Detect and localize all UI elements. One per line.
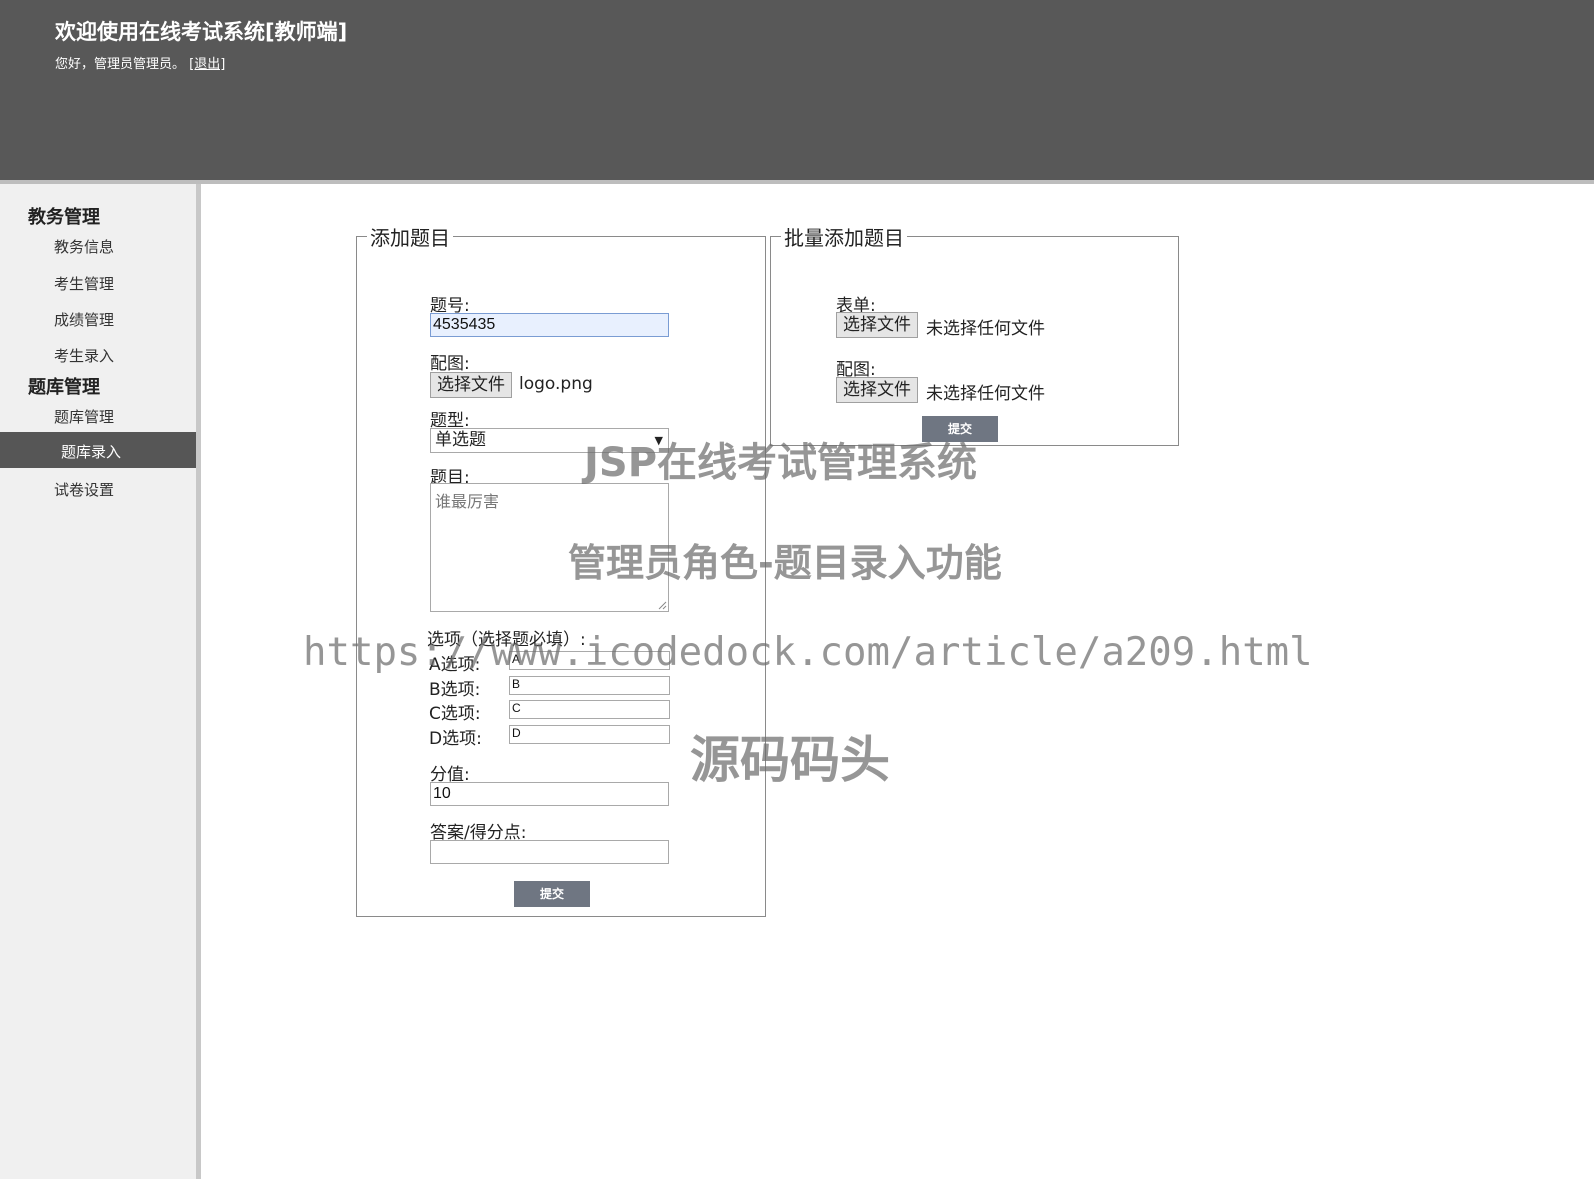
batch-image-file-button[interactable]: 选择文件 [836, 377, 918, 403]
image-file-name: logo.png [519, 374, 593, 394]
chevron-down-icon: ▼ [654, 434, 663, 447]
sheet-file-button[interactable]: 选择文件 [836, 312, 918, 338]
sidebar-item-score-management[interactable]: 成绩管理 [54, 309, 114, 330]
question-type-select[interactable]: 单选题 ▼ [430, 428, 669, 453]
batch-add-legend: 批量添加题目 [784, 226, 904, 250]
batch-image-file-name: 未选择任何文件 [926, 384, 1045, 404]
option-b-label: B选项: [429, 680, 481, 700]
add-question-legend: 添加题目 [370, 226, 450, 250]
question-id-input[interactable]: 4535435 [430, 313, 669, 337]
option-c-input[interactable]: C [509, 700, 670, 719]
add-question-panel: 添加题目 题号: 4535435 配图: 选择文件 logo.png 题型: 单… [356, 222, 766, 917]
options-label: 选项（选择题必填）: [427, 630, 586, 650]
top-header: 欢迎使用在线考试系统[教师端] 您好，管理员管理员。 [退出] [0, 0, 1594, 180]
sidebar-group-academic[interactable]: 教务管理 [28, 203, 100, 229]
header-divider [0, 180, 1594, 184]
greeting-text: 您好，管理员管理员。 [55, 57, 186, 72]
option-a-input[interactable]: A [509, 651, 670, 670]
batch-add-panel: 批量添加题目 表单: 选择文件 未选择任何文件 配图: 选择文件 未选择任何文件… [770, 222, 1179, 446]
question-type-value: 单选题 [435, 430, 486, 450]
sidebar-item-academic-info[interactable]: 教务信息 [54, 236, 114, 257]
resize-grip-icon[interactable] [658, 601, 667, 610]
option-a-label: A选项: [429, 655, 481, 675]
option-c-label: C选项: [429, 704, 481, 724]
app-title: 欢迎使用在线考试系统[教师端] [55, 20, 348, 44]
sidebar-group-question-bank[interactable]: 题库管理 [28, 373, 100, 399]
question-text-area[interactable]: 谁最厉害 [430, 483, 669, 612]
option-b-input[interactable]: B [509, 676, 670, 695]
answer-input[interactable] [430, 840, 669, 864]
add-question-submit-button[interactable]: 提交 [514, 881, 590, 907]
logout-link[interactable]: [退出] [189, 57, 225, 72]
sheet-file-name: 未选择任何文件 [926, 319, 1045, 339]
image-label: 配图: [430, 354, 470, 374]
sidebar-item-label: 题库录入 [61, 443, 122, 461]
sidebar-item-question-entry[interactable]: 题库录入 [0, 432, 196, 468]
option-d-label: D选项: [429, 729, 482, 749]
sidebar-item-question-management[interactable]: 题库管理 [54, 406, 114, 427]
batch-submit-button[interactable]: 提交 [922, 416, 998, 442]
sidebar-item-student-management[interactable]: 考生管理 [54, 273, 114, 294]
sidebar-item-student-entry[interactable]: 考生录入 [54, 345, 114, 366]
sidebar-item-exam-settings[interactable]: 试卷设置 [54, 479, 114, 500]
option-d-input[interactable]: D [509, 725, 670, 744]
question-text-value: 谁最厉害 [435, 494, 500, 511]
greeting-bar: 您好，管理员管理员。 [退出] [55, 53, 225, 72]
image-file-button[interactable]: 选择文件 [430, 372, 512, 398]
score-input[interactable]: 10 [430, 782, 669, 806]
sidebar: 教务管理 教务信息 考生管理 成绩管理 考生录入 题库管理 题库管理 题库录入 … [0, 184, 201, 1179]
